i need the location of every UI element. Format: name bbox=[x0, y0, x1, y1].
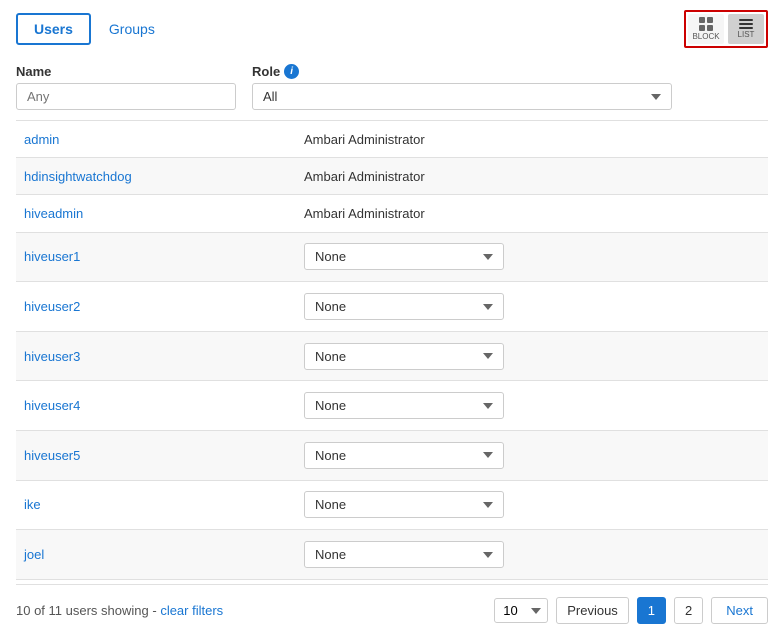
user-role-select[interactable]: NoneAmbari Administrator bbox=[304, 243, 504, 270]
user-role-text: Ambari Administrator bbox=[304, 169, 425, 184]
user-role-select[interactable]: NoneAmbari Administrator bbox=[304, 392, 504, 419]
user-link[interactable]: ike bbox=[24, 497, 41, 512]
pagination-controls: 10 25 50 Previous 1 2 Next bbox=[494, 597, 768, 624]
next-button[interactable]: Next bbox=[711, 597, 768, 624]
table-row: ike NoneAmbari Administrator bbox=[16, 480, 768, 530]
footer: 10 of 11 users showing - clear filters 1… bbox=[16, 584, 768, 624]
table-row: joel NoneAmbari Administrator bbox=[16, 530, 768, 580]
user-role-select[interactable]: NoneAmbari Administrator bbox=[304, 491, 504, 518]
table-row: hiveuser2 NoneAmbari Administrator bbox=[16, 282, 768, 332]
table-row: admin Ambari Administrator bbox=[16, 121, 768, 158]
block-icon bbox=[699, 17, 713, 31]
role-filter-select[interactable]: All Ambari Administrator None bbox=[252, 83, 672, 110]
list-view-label: LIST bbox=[738, 30, 755, 39]
role-filter-label: Role i bbox=[252, 64, 672, 79]
user-role-select[interactable]: NoneAmbari Administrator bbox=[304, 442, 504, 469]
main-container: Users Groups BLOCK LIST Name bbox=[0, 0, 784, 634]
page-1-button[interactable]: 1 bbox=[637, 597, 666, 624]
user-role-text: Ambari Administrator bbox=[304, 132, 425, 147]
footer-showing-text: 10 of 11 users showing - clear filters bbox=[16, 603, 223, 618]
block-view-button[interactable]: BLOCK bbox=[688, 14, 724, 44]
page-size-select[interactable]: 10 25 50 bbox=[494, 598, 548, 623]
tab-groups[interactable]: Groups bbox=[91, 13, 173, 45]
user-table: adminAmbari Administratorhdinsightwatchd… bbox=[16, 120, 768, 580]
user-link[interactable]: hiveuser2 bbox=[24, 299, 80, 314]
user-role-select[interactable]: NoneAmbari Administrator bbox=[304, 343, 504, 370]
table-row: hiveuser3 NoneAmbari Administrator bbox=[16, 331, 768, 381]
tabs: Users Groups bbox=[16, 13, 173, 45]
block-view-label: BLOCK bbox=[692, 32, 719, 41]
user-link[interactable]: hiveuser4 bbox=[24, 398, 80, 413]
user-link[interactable]: hiveuser5 bbox=[24, 448, 80, 463]
tab-bar: Users Groups BLOCK LIST bbox=[16, 10, 768, 48]
user-link[interactable]: hiveuser3 bbox=[24, 349, 80, 364]
tab-users[interactable]: Users bbox=[16, 13, 91, 45]
list-view-button[interactable]: LIST bbox=[728, 14, 764, 44]
user-role-text: Ambari Administrator bbox=[304, 206, 425, 221]
prev-button[interactable]: Previous bbox=[556, 597, 629, 624]
page-2-button[interactable]: 2 bbox=[674, 597, 703, 624]
role-filter-group: Role i All Ambari Administrator None bbox=[252, 64, 672, 110]
table-row: hdinsightwatchdog Ambari Administrator bbox=[16, 158, 768, 195]
list-icon bbox=[739, 19, 753, 29]
table-row: hiveuser4 NoneAmbari Administrator bbox=[16, 381, 768, 431]
table-row: hiveuser5 NoneAmbari Administrator bbox=[16, 431, 768, 481]
table-row: hiveuser1 NoneAmbari Administrator bbox=[16, 232, 768, 282]
table-row: hiveadmin Ambari Administrator bbox=[16, 195, 768, 232]
name-filter-input[interactable] bbox=[16, 83, 236, 110]
user-link[interactable]: hiveuser1 bbox=[24, 249, 80, 264]
user-role-select[interactable]: NoneAmbari Administrator bbox=[304, 541, 504, 568]
user-link[interactable]: hiveadmin bbox=[24, 206, 83, 221]
name-filter-label: Name bbox=[16, 64, 236, 79]
filters-row: Name Role i All Ambari Administrator Non… bbox=[16, 64, 768, 110]
name-filter-group: Name bbox=[16, 64, 236, 110]
clear-filters-link[interactable]: clear filters bbox=[160, 603, 223, 618]
user-link[interactable]: admin bbox=[24, 132, 59, 147]
user-role-select[interactable]: NoneAmbari Administrator bbox=[304, 293, 504, 320]
view-toggle-group: BLOCK LIST bbox=[684, 10, 768, 48]
user-link[interactable]: hdinsightwatchdog bbox=[24, 169, 132, 184]
user-link[interactable]: joel bbox=[24, 547, 44, 562]
role-info-icon[interactable]: i bbox=[284, 64, 299, 79]
